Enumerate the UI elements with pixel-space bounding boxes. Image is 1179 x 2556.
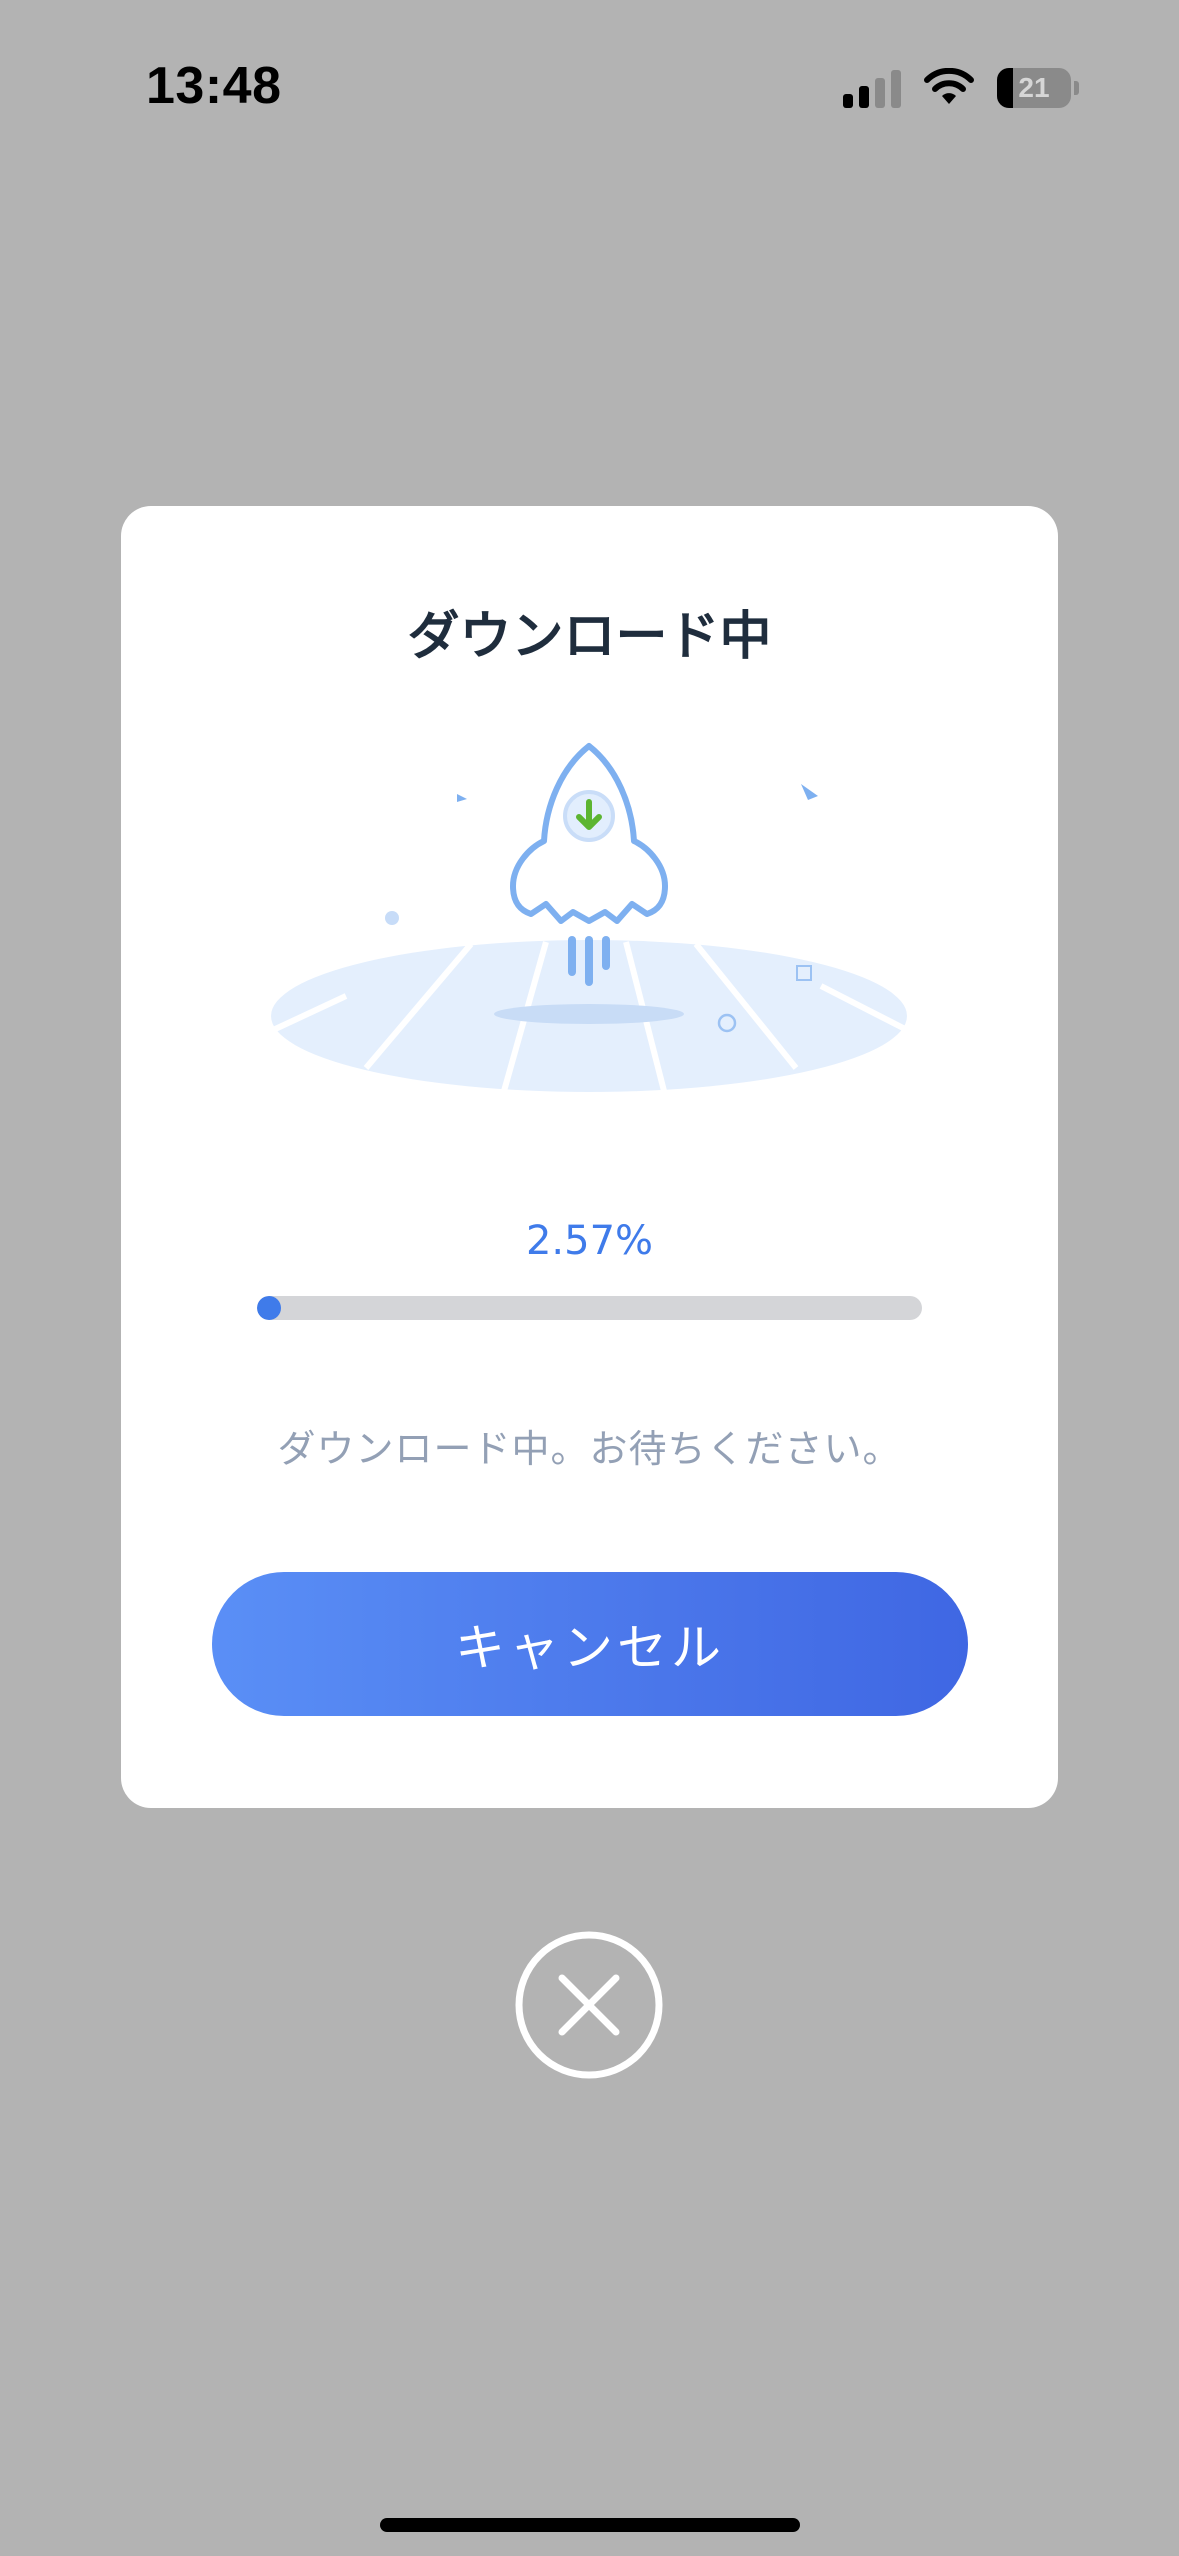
battery-level: 21 [1018, 72, 1050, 103]
close-icon[interactable] [514, 1930, 664, 2080]
screen: 13:48 21 ダウンロード中 2.57% ダウンロード中。お待ちください。 … [0, 0, 1179, 2556]
wifi-icon [924, 68, 974, 104]
cellular-signal-icon [843, 68, 901, 108]
progress-fill [257, 1296, 281, 1320]
status-icons: 21 [843, 60, 1079, 116]
rocket-download-illustration [269, 743, 911, 1092]
progress-percent: 2.57% [525, 1218, 654, 1264]
status-message: ダウンロード中。お待ちください。 [277, 1427, 902, 1471]
dialog-title: ダウンロード中 [407, 607, 772, 667]
home-indicator[interactable] [380, 2518, 800, 2532]
status-time: 13:48 [146, 57, 282, 115]
battery-icon: 21 [997, 68, 1071, 108]
cancel-button-label: キャンセル [455, 1619, 725, 1677]
download-dialog: ダウンロード中 2.57% ダウンロード中。お待ちください。 キャンセル [121, 506, 1058, 1808]
progress-bar [257, 1296, 922, 1320]
cancel-button[interactable]: キャンセル [212, 1572, 968, 1716]
